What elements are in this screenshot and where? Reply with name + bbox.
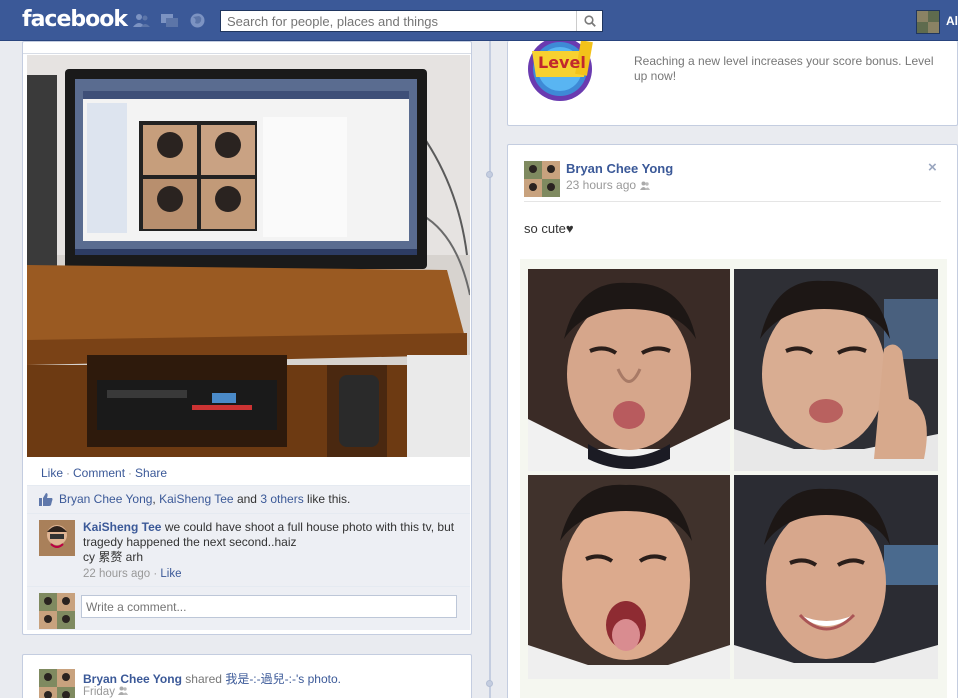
commenter-avatar[interactable] — [39, 520, 75, 556]
timeline-post-status-photos: Bryan Chee Yong 23 hours ago × so cute♥ — [507, 144, 958, 698]
likes-summary: Bryan Chee Yong, KaiSheng Tee and 3 othe… — [27, 485, 470, 513]
top-navigation-bar: facebook Al — [0, 0, 958, 41]
owner-name-link[interactable]: 我是-:-過兒-:- — [225, 672, 296, 686]
collage-photo[interactable] — [528, 475, 730, 679]
friends-audience-icon[interactable] — [640, 181, 651, 190]
write-comment-input[interactable] — [81, 595, 457, 618]
search-button[interactable] — [576, 11, 602, 31]
post-time-text[interactable]: Friday — [83, 686, 115, 698]
comment-time[interactable]: 22 hours ago — [83, 568, 150, 580]
post-actions: Like · Comment · Share — [41, 466, 168, 480]
timeline-dot — [486, 171, 493, 178]
photo-link[interactable]: 's photo. — [296, 672, 341, 686]
likes-suffix: like this. — [307, 492, 351, 506]
photo-collage[interactable] — [520, 259, 947, 698]
game-level-text: Reaching a new level increases your scor… — [634, 54, 934, 83]
collage-photo[interactable] — [528, 269, 730, 471]
author-name-link[interactable]: Bryan Chee Yong — [83, 672, 182, 686]
comment-text-2: cy 累赘 arh — [83, 550, 144, 564]
timeline-dot — [486, 680, 493, 687]
post-meta: 23 hours ago — [566, 178, 651, 192]
post-top-edge — [23, 42, 471, 54]
post-photo-tv[interactable] — [27, 55, 470, 457]
facebook-logo[interactable]: facebook — [22, 7, 128, 32]
friends-audience-icon[interactable] — [118, 686, 129, 695]
profile-avatar[interactable] — [916, 10, 940, 34]
post-time: Friday — [83, 686, 129, 698]
author-avatar[interactable] — [39, 669, 75, 698]
like-link[interactable]: Like — [41, 466, 63, 480]
write-comment-row — [27, 586, 470, 630]
feedback-section: Bryan Chee Yong, KaiSheng Tee and 3 othe… — [27, 485, 470, 630]
search-icon — [583, 15, 596, 27]
status-text: so cute♥ — [524, 221, 574, 236]
friend-requests-icon[interactable] — [133, 13, 150, 28]
notifications-globe-icon[interactable] — [189, 13, 206, 28]
collage-photo[interactable] — [734, 269, 938, 471]
timeline-post-photo: Like · Comment · Share Bryan Chee Yong, KaiS… — [22, 41, 472, 635]
shared-post-header: Bryan Chee Yong shared 我是-:-過兒-:-'s phot… — [83, 670, 341, 687]
comment: KaiSheng Tee we could have shoot a full … — [27, 513, 470, 586]
search-box — [220, 10, 603, 32]
author-name-link[interactable]: Bryan Chee Yong — [566, 161, 673, 176]
liker-name-link[interactable]: KaiSheng Tee — [159, 492, 234, 506]
collage-photo[interactable] — [734, 475, 938, 679]
viewer-avatar — [39, 593, 75, 629]
others-link[interactable]: 3 others — [260, 492, 303, 506]
share-link[interactable]: Share — [135, 466, 167, 480]
author-avatar[interactable] — [524, 161, 560, 197]
shared-text: shared — [185, 672, 222, 686]
divider — [524, 201, 941, 202]
post-time-text[interactable]: 23 hours ago — [566, 178, 636, 192]
profile-name-link[interactable]: Al — [946, 14, 958, 28]
search-input[interactable] — [221, 11, 571, 31]
close-icon[interactable]: × — [928, 159, 937, 176]
likes-and-text: and — [236, 492, 257, 506]
level-badge[interactable]: Level — [526, 37, 594, 107]
liker-name-link[interactable]: Bryan Chee Yong — [59, 492, 152, 506]
thumbs-up-icon — [39, 493, 53, 506]
game-activity-card: Level Reaching a new level increases you… — [507, 37, 958, 126]
comment-link[interactable]: Comment — [73, 466, 125, 480]
comment-author[interactable]: KaiSheng Tee — [83, 520, 161, 534]
messages-icon[interactable] — [161, 13, 178, 28]
comment-meta: 22 hours ago · Like — [83, 568, 182, 580]
comment-like-link[interactable]: Like — [160, 568, 181, 580]
level-badge-text: Level — [538, 53, 586, 72]
timeline-post-shared: Bryan Chee Yong shared 我是-:-過兒-:-'s phot… — [22, 654, 472, 698]
timeline-spine — [489, 41, 491, 698]
